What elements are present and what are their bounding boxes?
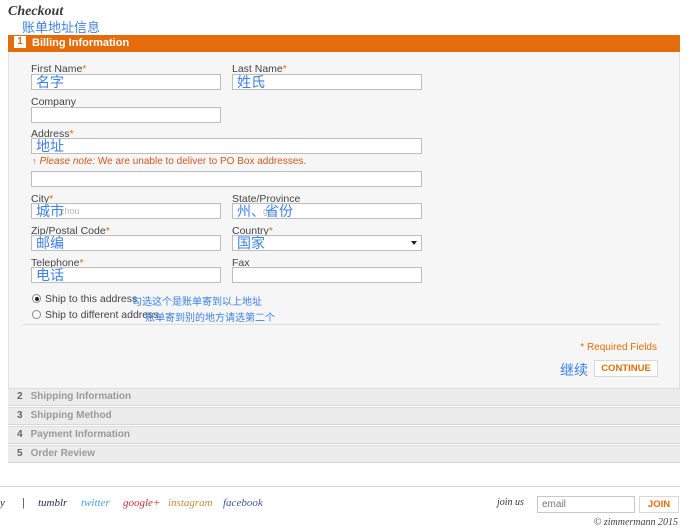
last-name-input[interactable]: g 姓氏	[232, 74, 422, 91]
telephone-annotation: 电话	[36, 268, 64, 284]
state-input[interactable]: g 州、省份	[232, 203, 422, 220]
state-annotation: 州、省份	[237, 204, 293, 220]
continue-annotation: 继续	[560, 363, 588, 379]
first-name-annotation: 名字	[36, 75, 64, 91]
chevron-down-icon	[411, 241, 417, 245]
required-fields-note: * Required Fields	[580, 342, 657, 353]
step-billing-header[interactable]: 1 Billing Information	[8, 35, 680, 52]
step-label: Billing Information	[32, 37, 130, 49]
city-annotation: 城市	[36, 204, 64, 220]
country-select[interactable]: 国家	[232, 235, 422, 252]
ship-different-radio[interactable]	[32, 310, 41, 319]
join-button[interactable]: JOIN	[639, 496, 679, 513]
email-input[interactable]	[537, 496, 635, 513]
address-input-1[interactable]: 地址	[31, 138, 422, 155]
googleplus-link[interactable]: google+	[123, 497, 160, 509]
ship-different-label[interactable]: Ship to different address	[45, 309, 159, 321]
ship-same-annotation: 勾选这个是账单寄到以上地址	[132, 297, 262, 308]
city-input[interactable]: zhou 城市	[31, 203, 221, 220]
step-number: 1	[14, 36, 26, 49]
telephone-input[interactable]: 电话	[31, 267, 221, 284]
zip-annotation: 邮编	[36, 236, 64, 252]
ship-same-label[interactable]: Ship to this address	[45, 293, 137, 305]
zip-input[interactable]: 邮编	[31, 235, 221, 252]
step-payment-information[interactable]: 4 Payment Information	[8, 426, 680, 444]
join-us-label: join us	[497, 497, 524, 508]
footer-separator: |	[22, 497, 25, 509]
ship-different-annotation: 账单寄到别的地方请选第二个	[145, 313, 275, 324]
copyright: © zimmermann 2015	[593, 517, 678, 528]
po-box-note: ↑ Please note: We are unable to deliver t…	[32, 156, 307, 167]
footer-cut-text: y	[0, 497, 5, 509]
step-order-review[interactable]: 5 Order Review	[8, 445, 680, 463]
step-shipping-information[interactable]: 2 Shipping Information	[8, 388, 680, 406]
instagram-link[interactable]: instagram	[168, 497, 213, 509]
form-divider	[23, 324, 659, 325]
address-input-2[interactable]	[31, 171, 422, 187]
step-shipping-method[interactable]: 3 Shipping Method	[8, 407, 680, 425]
last-name-annotation: 姓氏	[237, 75, 265, 91]
company-input[interactable]	[31, 107, 221, 123]
tumblr-link[interactable]: tumblr	[38, 497, 67, 509]
facebook-link[interactable]: facebook	[223, 497, 263, 509]
fax-input[interactable]	[232, 267, 422, 283]
first-name-input[interactable]: 名字	[31, 74, 221, 91]
ship-same-radio[interactable]	[32, 294, 41, 303]
note-arrow-icon: ↑	[32, 156, 37, 166]
country-annotation: 国家	[237, 236, 265, 252]
billing-form-panel: First Name* 名字 Last Name* g 姓氏 Company A…	[8, 52, 680, 388]
twitter-link[interactable]: twitter	[81, 497, 110, 509]
continue-button[interactable]: CONTINUE	[594, 360, 658, 377]
address-annotation: 地址	[36, 139, 64, 155]
footer-divider	[0, 486, 680, 487]
title-annotation: 账单地址信息	[22, 21, 101, 36]
